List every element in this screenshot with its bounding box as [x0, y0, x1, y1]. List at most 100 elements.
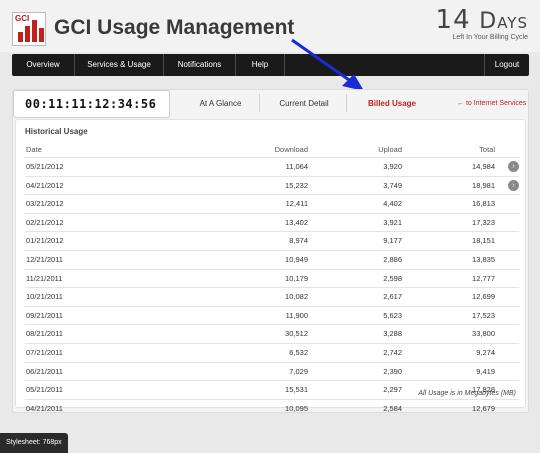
nav-notifications[interactable]: Notifications: [164, 54, 236, 76]
usage-table: 05/21/2012 11,064 3,920 14,984 › 04/21/2012 15…: [25, 157, 519, 417]
row-download: 10,179: [285, 273, 308, 283]
nav-services-usage[interactable]: Services & Usage: [75, 54, 164, 76]
table-row: 04/21/2012 15,232 3,749 18,981 ›: [25, 175, 519, 195]
row-upload: 2,742: [383, 347, 402, 357]
row-download: 7,029: [289, 366, 308, 376]
row-total: 9,274: [476, 347, 495, 357]
col-date: Date: [26, 145, 42, 154]
row-upload: 9,177: [383, 236, 402, 246]
logo-letters: GCI: [15, 14, 30, 23]
table-row: 04/21/2011 10,095 2,584 12,679: [25, 398, 519, 418]
col-download: Download: [274, 145, 308, 154]
historical-usage-card: Historical Usage Date Download Upload To…: [15, 119, 526, 413]
row-upload: 3,921: [383, 217, 402, 227]
row-date: 08/21/2011: [26, 329, 63, 339]
tab-at-a-glance[interactable]: At A Glance: [188, 95, 253, 113]
table-row: 05/21/2012 11,064 3,920 14,984 ›: [25, 157, 519, 176]
to-internet-services-link[interactable]: ← to Internet Services: [457, 95, 526, 113]
row-date: 02/21/2012: [26, 217, 64, 227]
days-word: Days: [479, 9, 528, 34]
row-download: 15,531: [285, 385, 308, 395]
table-row: 09/21/2011 11,900 5,623 17,523: [25, 305, 519, 325]
row-download: 10,082: [285, 292, 308, 302]
table-row: 07/21/2011 6,532 2,742 9,274: [25, 342, 519, 362]
session-timer: 00:11:11:12:34:56: [13, 90, 170, 118]
row-upload: 2,598: [383, 273, 402, 283]
units-footnote: All Usage is in Megabytes (MB): [418, 390, 516, 397]
row-total: 18,981: [472, 180, 495, 190]
stylesheet-label: Stylesheet: 768px: [0, 433, 68, 453]
usage-panel: 00:11:11:12:34:56 At A Glance Current De…: [12, 89, 529, 413]
row-upload: 3,288: [383, 329, 402, 339]
days-number: 14: [435, 5, 471, 35]
table-row: 12/21/2011 10,949 2,886 13,835: [25, 249, 519, 269]
days-count: 14 Days: [435, 5, 528, 35]
row-date: 04/21/2011: [26, 403, 63, 413]
logout-button[interactable]: Logout: [484, 54, 529, 76]
row-download: 11,900: [285, 310, 308, 320]
nav-help[interactable]: Help: [236, 54, 285, 76]
row-download: 10,095: [285, 403, 308, 413]
section-title: Historical Usage: [25, 127, 88, 136]
row-total: 12,699: [472, 292, 495, 302]
row-download: 11,064: [285, 162, 308, 171]
main-nav: Overview Services & Usage Notifications …: [12, 54, 529, 76]
row-download: 8,974: [289, 236, 308, 246]
chevron-right-icon[interactable]: ›: [508, 161, 519, 172]
row-total: 14,984: [472, 162, 495, 171]
row-date: 12/21/2011: [26, 254, 63, 264]
row-total: 12,679: [472, 403, 495, 413]
nav-overview[interactable]: Overview: [12, 54, 75, 76]
table-row: 10/21/2011 10,082 2,617 12,699: [25, 287, 519, 306]
tab-current-detail[interactable]: Current Detail: [269, 95, 339, 113]
row-download: 12,411: [285, 199, 308, 209]
row-total: 18,151: [472, 236, 495, 246]
table-row: 01/21/2012 8,974 9,177 18,151: [25, 231, 519, 250]
logo-bar: [18, 32, 23, 42]
row-upload: 2,297: [383, 385, 402, 395]
tab-divider: [346, 94, 347, 112]
row-total: 9,419: [476, 366, 495, 376]
row-upload: 4,402: [383, 199, 402, 209]
row-date: 11/21/2011: [26, 273, 63, 283]
row-date: 10/21/2011: [26, 292, 63, 302]
col-total: Total: [479, 145, 495, 154]
row-upload: 3,920: [383, 162, 402, 171]
logo-bar: [25, 26, 30, 42]
row-date: 05/21/2011: [26, 385, 63, 395]
row-date: 09/21/2011: [26, 310, 63, 320]
row-total: 12,777: [472, 273, 495, 283]
logo-bar: [39, 28, 44, 42]
row-date: 01/21/2012: [26, 236, 64, 246]
table-row: 03/21/2012 12,411 4,402 16,813: [25, 194, 519, 213]
row-total: 13,835: [472, 254, 495, 264]
row-download: 15,232: [285, 180, 308, 190]
tab-divider: [259, 94, 260, 112]
gci-logo: GCI: [12, 12, 46, 46]
row-upload: 2,584: [383, 403, 402, 413]
row-download: 13,402: [285, 217, 308, 227]
row-date: 04/21/2012: [26, 180, 64, 190]
col-upload: Upload: [378, 145, 402, 154]
row-total: 33,800: [472, 329, 495, 339]
row-upload: 2,886: [383, 254, 402, 264]
table-row: 11/21/2011 10,179 2,598 12,777: [25, 268, 519, 288]
table-row: 06/21/2011 7,029 2,390 9,419: [25, 361, 519, 381]
row-date: 03/21/2012: [26, 199, 64, 209]
row-date: 06/21/2011: [26, 366, 63, 376]
app-title: GCI Usage Management: [54, 16, 295, 39]
table-row: 08/21/2011 30,512 3,288 33,800: [25, 324, 519, 343]
row-total: 16,813: [472, 199, 495, 209]
tab-billed-usage[interactable]: Billed Usage: [358, 95, 426, 113]
row-download: 10,949: [285, 254, 308, 264]
row-upload: 3,749: [383, 180, 402, 190]
row-date: 05/21/2012: [26, 162, 64, 171]
chevron-right-icon[interactable]: ›: [508, 179, 519, 191]
row-total: 17,323: [472, 217, 495, 227]
row-upload: 5,623: [383, 310, 402, 320]
table-header: Date Download Upload Total: [25, 144, 519, 156]
annotation-arrow-icon: [291, 38, 364, 91]
billing-cycle-days: 14 Days Left In Your Billing Cycle: [435, 5, 529, 41]
days-caption: Left In Your Billing Cycle: [452, 34, 529, 41]
table-row: 02/21/2012 13,402 3,921 17,323: [25, 212, 519, 232]
